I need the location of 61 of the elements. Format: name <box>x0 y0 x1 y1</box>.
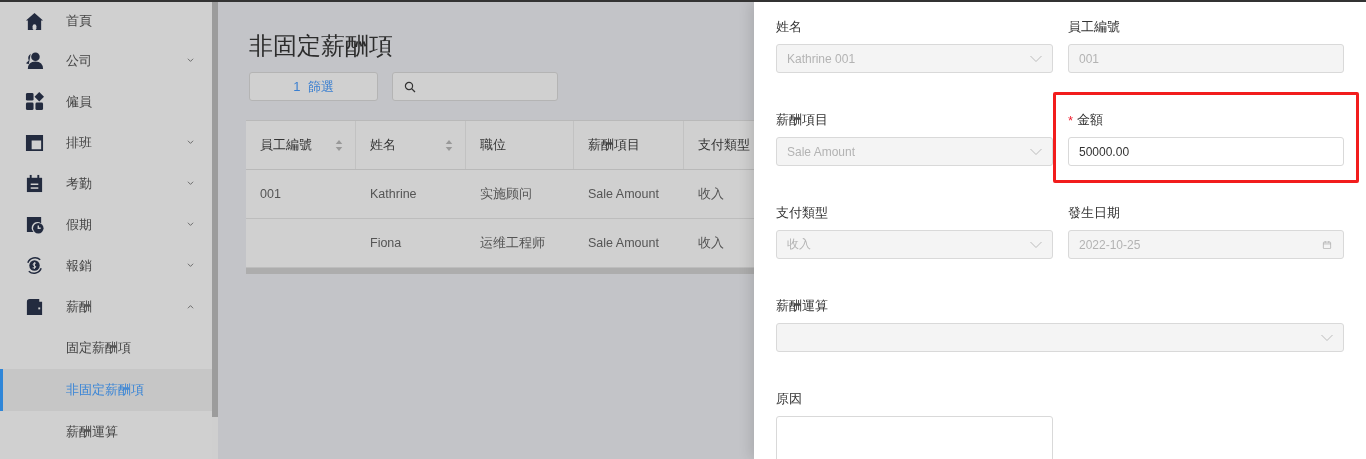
table-cell: Fiona <box>370 236 402 250</box>
table-cell: Sale Amount <box>588 236 659 250</box>
input-field[interactable]: 50000.00 <box>1068 137 1344 166</box>
nav-item[interactable]: 排班 <box>0 122 212 163</box>
field-label: 發生日期 <box>1068 204 1120 222</box>
column-header[interactable]: 職位 <box>466 121 574 169</box>
chevron-icon <box>1030 147 1042 156</box>
table-cell: Sale Amount <box>588 187 659 201</box>
field-label: 金額 <box>1077 111 1104 129</box>
column-header[interactable]: 員工編號 <box>246 121 356 169</box>
submenu-item[interactable]: 固定薪酬項 <box>0 327 212 369</box>
column-header[interactable]: 姓名 <box>356 121 466 169</box>
clock-icon <box>25 215 44 234</box>
search-field[interactable] <box>392 72 558 101</box>
chevron-icon <box>1030 54 1042 63</box>
nav-label: 考勤 <box>66 174 93 193</box>
table-cell: 实施顾问 <box>480 185 532 203</box>
nav-item[interactable]: 考勤 <box>0 163 212 204</box>
scrollbar[interactable] <box>246 268 754 274</box>
chevron-icon <box>1030 240 1042 249</box>
nav-item[interactable]: 首頁 <box>0 2 212 40</box>
person-icon <box>25 51 44 70</box>
nav-item[interactable]: 公司 <box>0 40 212 81</box>
table-cell: 收入 <box>698 234 724 252</box>
scrollbar-thumb[interactable] <box>212 2 218 417</box>
field-label: 薪酬運算 <box>776 297 828 315</box>
chevron-icon <box>1321 333 1333 342</box>
field-label: 支付類型 <box>776 204 828 222</box>
page-title: 非固定薪酬項 <box>249 31 394 61</box>
nav-item[interactable]: 假期 <box>0 204 212 245</box>
nav-item[interactable]: 薪酬 <box>0 286 212 327</box>
nav-label: 首頁 <box>66 12 93 30</box>
table-cell: 运维工程师 <box>480 234 545 252</box>
grid-icon <box>25 92 44 111</box>
calendar-icon <box>25 174 44 193</box>
wallet-icon <box>25 297 44 316</box>
nav-label: 報銷 <box>66 256 93 275</box>
submenu-item[interactable]: 薪酬運算 <box>0 411 212 453</box>
nav-item[interactable]: 僱員 <box>0 81 212 122</box>
field-label: 原因 <box>776 390 802 408</box>
column-header[interactable]: 薪酬項目 <box>574 121 684 169</box>
required-mark: * <box>1068 112 1074 128</box>
field-label: 姓名 <box>776 18 802 36</box>
nav-label: 薪酬 <box>66 297 93 316</box>
table-cell: 001 <box>260 187 281 201</box>
field-label: 薪酬項目 <box>776 111 828 129</box>
layout-icon <box>25 133 44 152</box>
sort-icon[interactable] <box>335 138 343 152</box>
home-icon <box>25 11 44 31</box>
coin-icon <box>25 256 44 275</box>
search-icon <box>404 80 416 93</box>
sort-icon[interactable] <box>445 138 453 152</box>
nav-item[interactable]: 報銷 <box>0 245 212 286</box>
calendar-icon <box>1321 240 1333 249</box>
nav-label: 假期 <box>66 215 93 234</box>
nav-label: 僱員 <box>66 92 93 111</box>
nav-label: 公司 <box>66 51 93 70</box>
field-label: 員工編號 <box>1068 18 1120 36</box>
nav-label: 排班 <box>66 133 93 152</box>
table-cell: Kathrine <box>370 187 417 201</box>
table-cell: 收入 <box>698 185 724 203</box>
